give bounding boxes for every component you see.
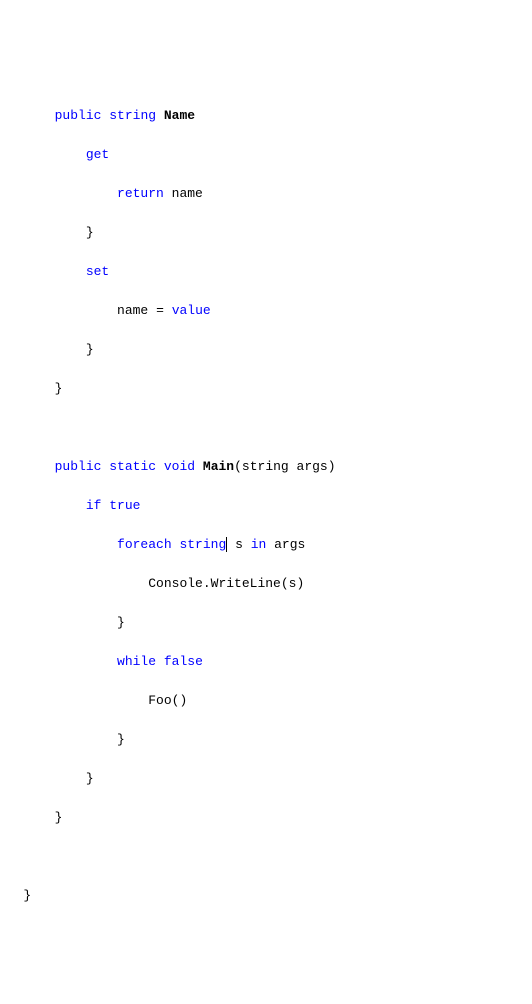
brace: } [86, 771, 94, 786]
code-line[interactable]: public string Name [0, 106, 532, 126]
keyword-true: true [109, 498, 140, 513]
keyword-void: void [164, 459, 195, 474]
code-line[interactable] [0, 847, 532, 867]
code-line[interactable]: } [0, 886, 532, 906]
code-line[interactable]: } [0, 808, 532, 828]
code-line[interactable]: Foo() [0, 691, 532, 711]
identifier: args [274, 537, 305, 552]
keyword-public: public [55, 108, 102, 123]
identifier: name [117, 303, 148, 318]
keyword-set: set [86, 264, 109, 279]
keyword-value: value [172, 303, 211, 318]
brace: } [117, 615, 125, 630]
code-line[interactable]: while false [0, 652, 532, 672]
code-line[interactable]: set [0, 262, 532, 282]
code-line[interactable]: } [0, 769, 532, 789]
method-call: Console.WriteLine(s) [148, 576, 304, 591]
method-name: Main [203, 459, 234, 474]
text-cursor [226, 537, 227, 552]
keyword-string: string [109, 108, 156, 123]
keyword-public: public [55, 459, 102, 474]
code-line[interactable]: } [0, 730, 532, 750]
code-line[interactable]: } [0, 340, 532, 360]
method-params: (string args) [234, 459, 335, 474]
identifier: name [172, 186, 203, 201]
code-line[interactable]: Console.WriteLine(s) [0, 574, 532, 594]
keyword-get: get [86, 147, 109, 162]
code-line[interactable]: get [0, 145, 532, 165]
brace: } [117, 732, 125, 747]
code-line[interactable]: return name [0, 184, 532, 204]
code-line[interactable]: } [0, 379, 532, 399]
code-line[interactable] [0, 418, 532, 438]
brace: } [55, 810, 63, 825]
operator: = [156, 303, 164, 318]
brace: } [86, 342, 94, 357]
keyword-static: static [109, 459, 156, 474]
property-name: Name [164, 108, 195, 123]
identifier: s [235, 537, 243, 552]
brace: } [55, 381, 63, 396]
code-line[interactable]: } [0, 223, 532, 243]
keyword-foreach: foreach [117, 537, 172, 552]
brace: } [86, 225, 94, 240]
code-editor[interactable]: public string Name get return name } set… [0, 86, 532, 925]
keyword-in: in [251, 537, 267, 552]
keyword-return: return [117, 186, 164, 201]
code-line[interactable]: foreach string s in args [0, 535, 532, 555]
keyword-if: if [86, 498, 102, 513]
keyword-string: string [179, 537, 226, 552]
code-line[interactable]: } [0, 613, 532, 633]
keyword-false: false [164, 654, 203, 669]
brace: } [23, 888, 31, 903]
method-call: Foo() [148, 693, 187, 708]
code-line[interactable]: if true [0, 496, 532, 516]
code-line[interactable]: name = value [0, 301, 532, 321]
keyword-while: while [117, 654, 156, 669]
code-line[interactable]: public static void Main(string args) [0, 457, 532, 477]
